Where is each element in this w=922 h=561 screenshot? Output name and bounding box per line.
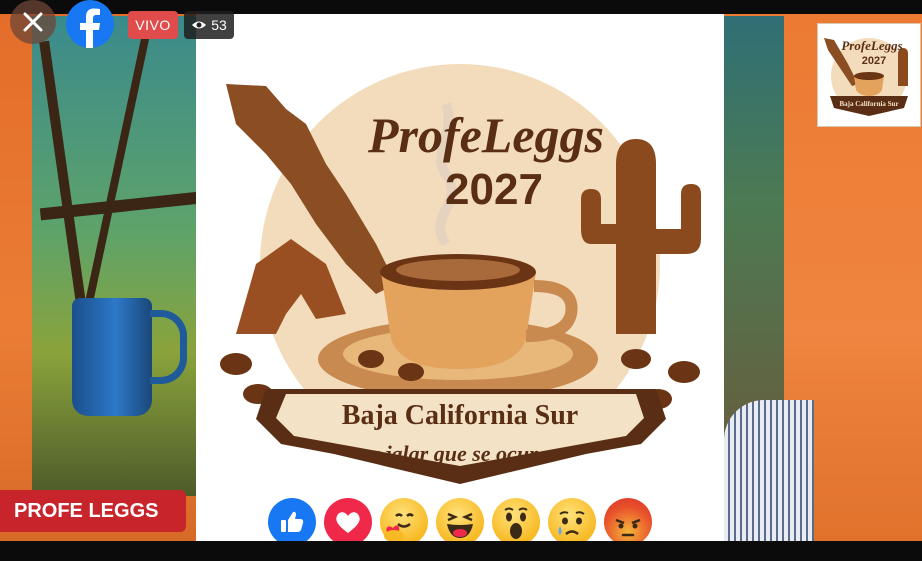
wow-emoji-icon <box>504 507 528 539</box>
sad-emoji-icon <box>558 511 585 536</box>
viewer-count: 53 <box>211 17 227 33</box>
bottom-letterbox <box>0 541 922 561</box>
like-reaction-button[interactable] <box>268 498 316 546</box>
thumbnail-artwork: ProfeLeggs 2027 Baja California Sur <box>824 38 908 116</box>
coffee-bean <box>668 361 700 383</box>
angry-reaction-button[interactable] <box>604 498 652 546</box>
coffee-bean <box>398 363 424 381</box>
background-painting-left <box>32 16 200 496</box>
campaign-poster: Baja California Sur a jalar que se ocupa… <box>196 14 724 541</box>
painted-blue-coffee-pot <box>72 298 152 416</box>
laughing-emoji-icon <box>447 512 473 538</box>
live-video-frame: Baja California Sur a jalar que se ocupa… <box>0 0 922 561</box>
thumbnail-title: ProfeLeggs <box>841 38 902 53</box>
coffee-bean <box>358 350 384 368</box>
wow-reaction-button[interactable] <box>492 498 540 546</box>
facebook-icon <box>80 8 100 48</box>
care-reaction-button[interactable] <box>380 498 428 546</box>
poster-title: ProfeLeggs <box>367 107 604 163</box>
care-emoji-icon <box>384 513 414 542</box>
close-button[interactable] <box>10 0 56 44</box>
heart-icon <box>336 512 360 533</box>
poster-artwork: Baja California Sur a jalar que se ocupa… <box>220 64 701 484</box>
coffee-bean <box>220 353 252 375</box>
presenter-striped-shirt <box>724 400 814 541</box>
close-icon <box>23 12 43 32</box>
live-badge: VIVO <box>128 11 178 39</box>
sad-reaction-button[interactable] <box>548 498 596 546</box>
thumbnail-ribbon: Baja California Sur <box>839 100 898 108</box>
coffee-bean <box>621 349 651 369</box>
angry-emoji-icon <box>615 518 641 537</box>
poster-ribbon-line2: a jalar que se ocupa <box>369 441 551 466</box>
thumbnail-year: 2027 <box>862 55 886 67</box>
haha-reaction-button[interactable] <box>436 498 484 546</box>
facebook-logo[interactable] <box>66 0 114 48</box>
cactus <box>616 139 656 334</box>
pot-handle <box>150 310 187 384</box>
love-reaction-button[interactable] <box>324 498 372 546</box>
viewer-count-badge: 53 <box>184 11 234 39</box>
presenter-name-banner: PROFE LEGGS <box>0 490 186 532</box>
poster-ribbon-line1: Baja California Sur <box>342 400 578 431</box>
poster-thumbnail: ProfeLeggs 2027 Baja California Sur <box>817 23 921 127</box>
eye-icon <box>192 21 207 29</box>
thumbs-up-icon <box>281 511 304 532</box>
poster-year: 2027 <box>445 165 543 214</box>
